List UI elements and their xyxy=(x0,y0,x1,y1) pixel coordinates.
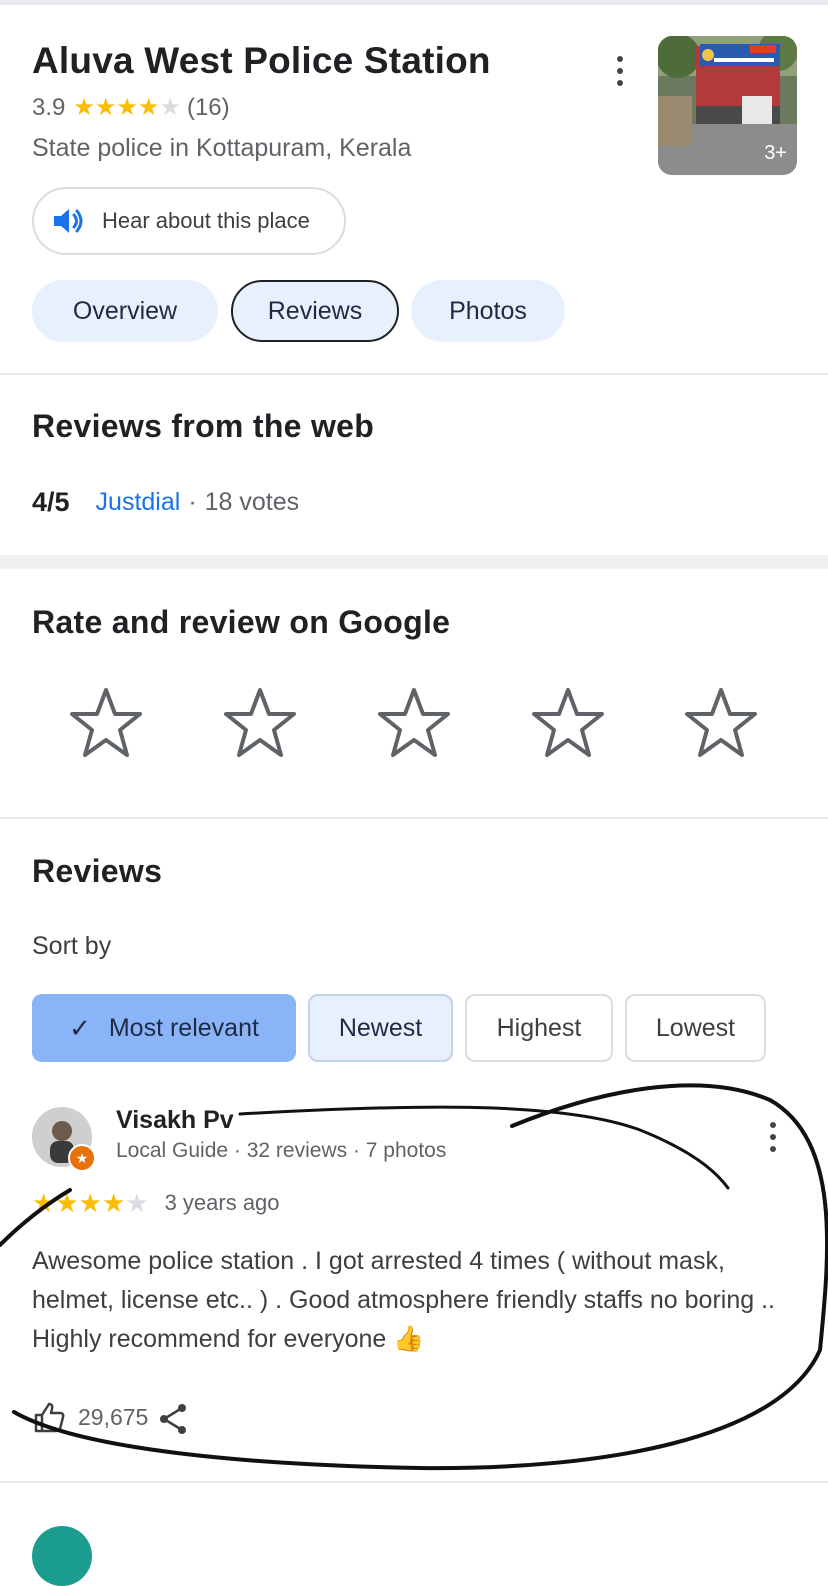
star-full-icon: ★ xyxy=(116,94,138,121)
share-icon[interactable] xyxy=(156,1402,190,1436)
star-full-icon: ★ xyxy=(73,94,95,121)
web-review-votes: 18 votes xyxy=(204,488,300,516)
web-review-separator: · xyxy=(188,488,197,516)
check-icon: ✓ xyxy=(69,1012,91,1043)
tab-photos[interactable]: Photos xyxy=(411,280,565,342)
star-full-icon: ★ xyxy=(101,1188,126,1218)
speaker-icon xyxy=(54,209,83,233)
avatar[interactable] xyxy=(32,1526,92,1586)
review-more-options-icon[interactable] xyxy=(768,1122,778,1152)
star-empty-icon: ★ xyxy=(159,94,181,121)
rate-star-1-icon[interactable] xyxy=(69,686,143,760)
local-guide-badge-icon: ★ xyxy=(68,1144,96,1172)
sort-most-relevant-chip[interactable]: ✓ Most relevant xyxy=(32,994,296,1062)
web-review-row: 4/5 Justdial · 18 votes xyxy=(32,487,299,518)
place-rating-row[interactable]: 3.9 ★ ★ ★ ★ ★ (16) xyxy=(32,94,230,122)
star-full-icon: ★ xyxy=(94,94,117,121)
hear-about-place-label: Hear about this place xyxy=(102,208,310,233)
place-photo-thumbnail[interactable]: 3+ xyxy=(658,36,797,175)
divider xyxy=(0,817,828,819)
rate-review-heading: Rate and review on Google xyxy=(32,604,451,640)
tab-reviews[interactable]: Reviews xyxy=(231,280,399,342)
photo-count: 3+ xyxy=(764,142,787,164)
tab-overview[interactable]: Overview xyxy=(32,280,218,342)
rate-star-5-icon[interactable] xyxy=(684,686,758,760)
more-options-icon[interactable] xyxy=(605,56,635,86)
sort-highest-chip[interactable]: Highest xyxy=(465,994,613,1062)
place-title: Aluva West Police Station xyxy=(32,40,491,81)
web-review-score: 4/5 xyxy=(32,487,70,517)
top-divider xyxy=(0,0,828,5)
star-full-icon: ★ xyxy=(137,94,160,121)
rate-star-3-icon[interactable] xyxy=(377,686,451,760)
section-divider xyxy=(0,555,828,569)
place-category: State police in Kottapuram, Kerala xyxy=(32,134,412,162)
review-like-count: 29,675 xyxy=(78,1404,149,1430)
reviews-heading: Reviews xyxy=(32,853,163,889)
sort-by-label: Sort by xyxy=(32,932,112,960)
place-rating-stars: ★ ★ ★ ★ ★ xyxy=(73,96,181,120)
place-rating-value: 3.9 xyxy=(32,94,66,121)
review-rating: ★ ★ ★ ★ ★ 3 years ago xyxy=(32,1190,280,1216)
review-time: 3 years ago xyxy=(164,1190,280,1215)
divider xyxy=(0,1481,828,1483)
star-full-icon: ★ xyxy=(78,1188,102,1218)
star-full-icon: ★ xyxy=(32,1188,56,1218)
sort-lowest-chip[interactable]: Lowest xyxy=(625,994,766,1062)
divider xyxy=(0,373,828,375)
star-empty-icon: ★ xyxy=(125,1188,149,1218)
justdial-link[interactable]: Justdial xyxy=(96,488,181,517)
sort-most-relevant-label: Most relevant xyxy=(108,1013,259,1042)
place-review-count: (16) xyxy=(186,94,230,121)
web-reviews-heading: Reviews from the web xyxy=(32,408,375,444)
hear-about-place-button[interactable]: Hear about this place xyxy=(32,187,346,255)
star-full-icon: ★ xyxy=(55,1188,79,1218)
rate-star-2-icon[interactable] xyxy=(223,686,297,760)
review-author[interactable]: Visakh Pv xyxy=(116,1106,234,1135)
thumbs-up-icon[interactable] xyxy=(32,1400,66,1434)
rate-star-4-icon[interactable] xyxy=(531,686,605,760)
review-text: Awesome police station . I got arrested … xyxy=(32,1247,775,1353)
sort-newest-chip[interactable]: Newest xyxy=(308,994,453,1062)
review-author-meta: Local Guide · 32 reviews · 7 photos xyxy=(116,1139,447,1162)
